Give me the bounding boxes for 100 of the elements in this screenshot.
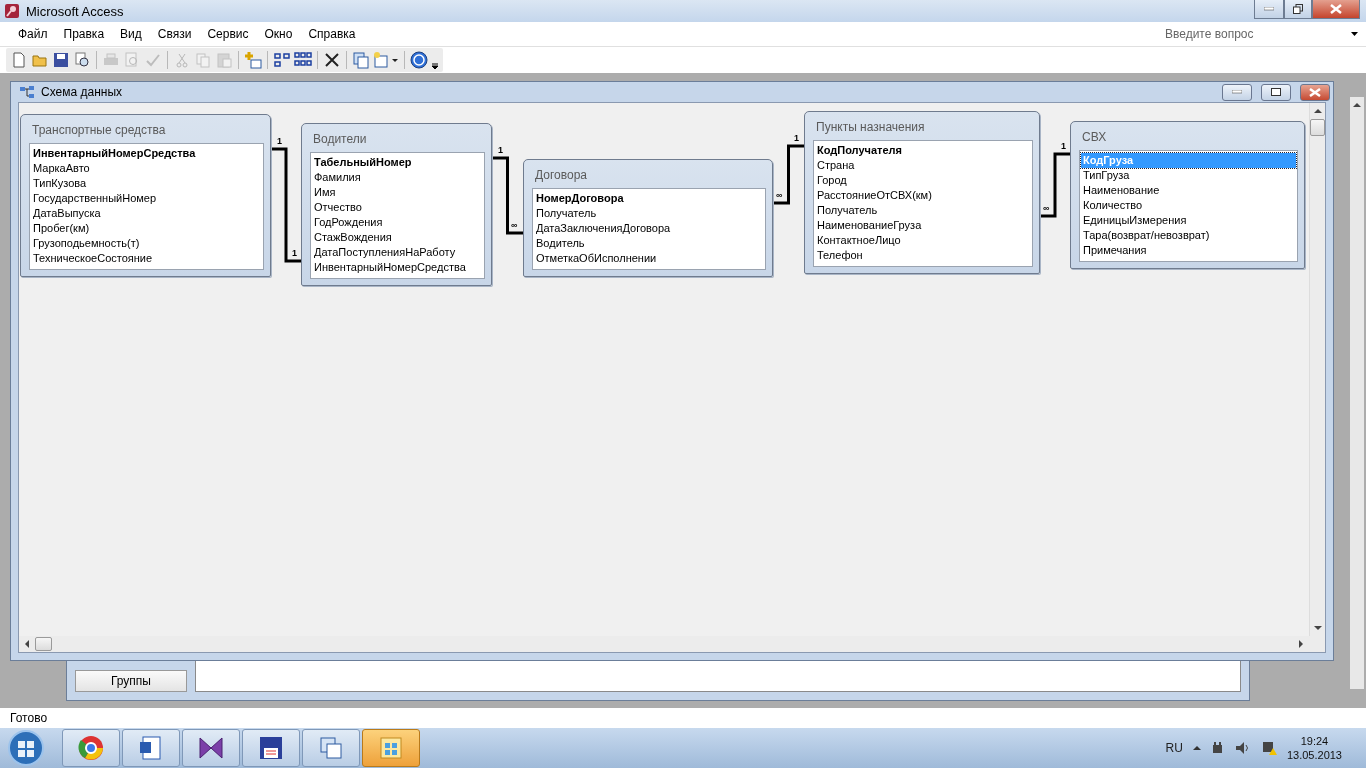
- status-text: Готово: [10, 711, 48, 725]
- field-item[interactable]: КодПолучателя: [815, 143, 1031, 158]
- cardinality-label: 1: [277, 136, 282, 146]
- field-item[interactable]: Отчество: [312, 200, 483, 215]
- floppy-icon: [257, 734, 285, 762]
- vertical-scrollbar[interactable]: [1309, 103, 1325, 636]
- table-card[interactable]: Транспортные средства ИнвентарныйНомерСредства МаркаАвто ТипКузова ГосударственныйНомер ДатаВыпуска Пробег(км) Грузоподьемность(т) ТехническоеСостояние: [20, 114, 271, 277]
- menu-item[interactable]: Файл: [10, 27, 56, 41]
- scroll-up-icon: [1353, 101, 1361, 109]
- relationship-line[interactable]: [773, 144, 804, 205]
- relationship-line[interactable]: [271, 147, 301, 263]
- cardinality-label: 1: [498, 145, 503, 155]
- scroll-thumb[interactable]: [1310, 119, 1325, 136]
- window-title: Схема данных: [41, 85, 124, 99]
- cardinality-label: 1: [1061, 141, 1066, 151]
- vertical-scrollbar[interactable]: [1350, 97, 1364, 689]
- field-item[interactable]: Страна: [815, 158, 1031, 173]
- field-item[interactable]: Примечания: [1081, 243, 1296, 258]
- field-item[interactable]: Фамилия: [312, 170, 483, 185]
- taskbar-button[interactable]: [242, 729, 300, 767]
- add-table-icon[interactable]: [244, 51, 262, 69]
- field-item[interactable]: ДатаВыпуска: [31, 206, 262, 221]
- menu-item[interactable]: Справка: [300, 27, 364, 41]
- table-card[interactable]: СВХ КодГруза ТипГруза Наименование Количество ЕдиницыИзмерения Тара(возврат/невозврат) Примечания: [1070, 121, 1305, 269]
- field-item[interactable]: КонтактноеЛицо: [815, 233, 1031, 248]
- close-button[interactable]: [1300, 83, 1330, 101]
- field-item[interactable]: Пробег(км): [31, 221, 262, 236]
- field-item[interactable]: ДатаПоступленияНаРаботу: [312, 245, 483, 260]
- field-item[interactable]: Количество: [1081, 198, 1296, 213]
- restore-button[interactable]: [1261, 83, 1291, 101]
- menu-item[interactable]: Вид: [112, 27, 150, 41]
- table-card[interactable]: Договора НомерДоговора Получатель ДатаЗаключенияДоговора Водитель ОтметкаОбИсполнении: [523, 159, 773, 277]
- magnifier-page-icon[interactable]: [73, 51, 91, 69]
- relationship-line[interactable]: [1040, 152, 1070, 218]
- restore-button[interactable]: [1284, 0, 1312, 19]
- field-item[interactable]: Наименование: [1081, 183, 1296, 198]
- field-item[interactable]: Тара(возврат/невозврат): [1081, 228, 1296, 243]
- field-item[interactable]: НомерДоговора: [534, 191, 764, 206]
- minimize-icon: [1232, 90, 1242, 94]
- network-warning-icon: [1260, 740, 1277, 756]
- field-item[interactable]: ГодРождения: [312, 215, 483, 230]
- new-table-dropdown-icon[interactable]: [373, 51, 399, 69]
- table-title: СВХ: [1081, 129, 1108, 146]
- window-stack-icon[interactable]: [352, 51, 370, 69]
- taskbar-button[interactable]: [62, 729, 120, 767]
- field-item[interactable]: ТипГруза: [1081, 168, 1296, 183]
- field-item[interactable]: ИнвентарныйНомерСредства: [312, 260, 483, 275]
- clock-time[interactable]: 19:24: [1300, 734, 1329, 748]
- minimize-button[interactable]: [1222, 83, 1252, 101]
- field-item[interactable]: ЕдиницыИзмерения: [1081, 213, 1296, 228]
- restore-icon: [1293, 4, 1303, 14]
- field-item[interactable]: МаркаАвто: [31, 161, 262, 176]
- minimize-button[interactable]: [1254, 0, 1284, 19]
- related-tables-icon[interactable]: [273, 51, 291, 69]
- field-item[interactable]: НаименованиеГруза: [815, 218, 1031, 233]
- field-item[interactable]: Получатель: [534, 206, 764, 221]
- table-title: Пункты назначения: [815, 119, 926, 136]
- cardinality-label: 1: [292, 248, 297, 258]
- toolbar-options-icon: [431, 63, 439, 70]
- field-item[interactable]: ИнвентарныйНомерСредства: [31, 146, 262, 161]
- field-item[interactable]: Водитель: [534, 236, 764, 251]
- field-item[interactable]: Грузоподьемность(т): [31, 236, 262, 251]
- field-item[interactable]: ТехническоеСостояние: [31, 251, 262, 266]
- field-item[interactable]: СтажВождения: [312, 230, 483, 245]
- table-title: Водители: [312, 131, 368, 148]
- field-item[interactable]: ДатаЗаключенияДоговора: [534, 221, 764, 236]
- scroll-thumb[interactable]: [35, 637, 52, 651]
- taskbar-button[interactable]: [122, 729, 180, 767]
- help-icon[interactable]: [410, 51, 428, 69]
- menu-item[interactable]: Сервис: [199, 27, 257, 41]
- menu-item[interactable]: Связи: [149, 27, 200, 41]
- scroll-right-icon: [1297, 640, 1305, 648]
- field-item[interactable]: ТабельныйНомер: [312, 155, 483, 170]
- field-item[interactable]: Телефон: [815, 248, 1031, 263]
- table-card[interactable]: Водители ТабельныйНомер Фамилия Имя Отчество ГодРождения СтажВождения ДатаПоступленияНаРаботу ИнвентарныйНомерСредства: [301, 123, 492, 286]
- field-item[interactable]: ОтметкаОбИсполнении: [534, 251, 764, 266]
- plug-icon: [1210, 741, 1225, 755]
- menu-item[interactable]: Правка: [55, 27, 113, 41]
- key-app-icon: [4, 3, 20, 19]
- clock-date[interactable]: 13.05.2013: [1286, 748, 1342, 762]
- field-item[interactable]: Получатель: [815, 203, 1031, 218]
- table-card[interactable]: Пункты назначения КодПолучателя Страна Город РасстояниеОтСВХ(км) Получатель НаименованиеГруза КонтактноеЛицо Телефон: [804, 111, 1040, 274]
- field-item[interactable]: РасстояниеОтСВХ(км): [815, 188, 1031, 203]
- field-item[interactable]: Город: [815, 173, 1031, 188]
- close-icon: [1309, 87, 1321, 97]
- save-icon[interactable]: [52, 51, 70, 69]
- field-item[interactable]: ГосударственныйНомер: [31, 191, 262, 206]
- taskbar-button[interactable]: [182, 729, 240, 767]
- groups-button[interactable]: Группы: [75, 670, 187, 692]
- field-item[interactable]: Имя: [312, 185, 483, 200]
- window-stack-icon: [317, 734, 345, 762]
- language-indicator[interactable]: RU: [1165, 741, 1183, 755]
- delete-icon[interactable]: [323, 51, 341, 69]
- close-button[interactable]: [1312, 0, 1360, 19]
- menu-item[interactable]: Окно: [256, 27, 301, 41]
- horizontal-scrollbar[interactable]: [19, 636, 1309, 652]
- relationship-line[interactable]: [492, 156, 523, 235]
- blank-page-icon[interactable]: [10, 51, 28, 69]
- field-item[interactable]: ТипКузова: [31, 176, 262, 191]
- table-grid-icon[interactable]: [294, 51, 312, 69]
